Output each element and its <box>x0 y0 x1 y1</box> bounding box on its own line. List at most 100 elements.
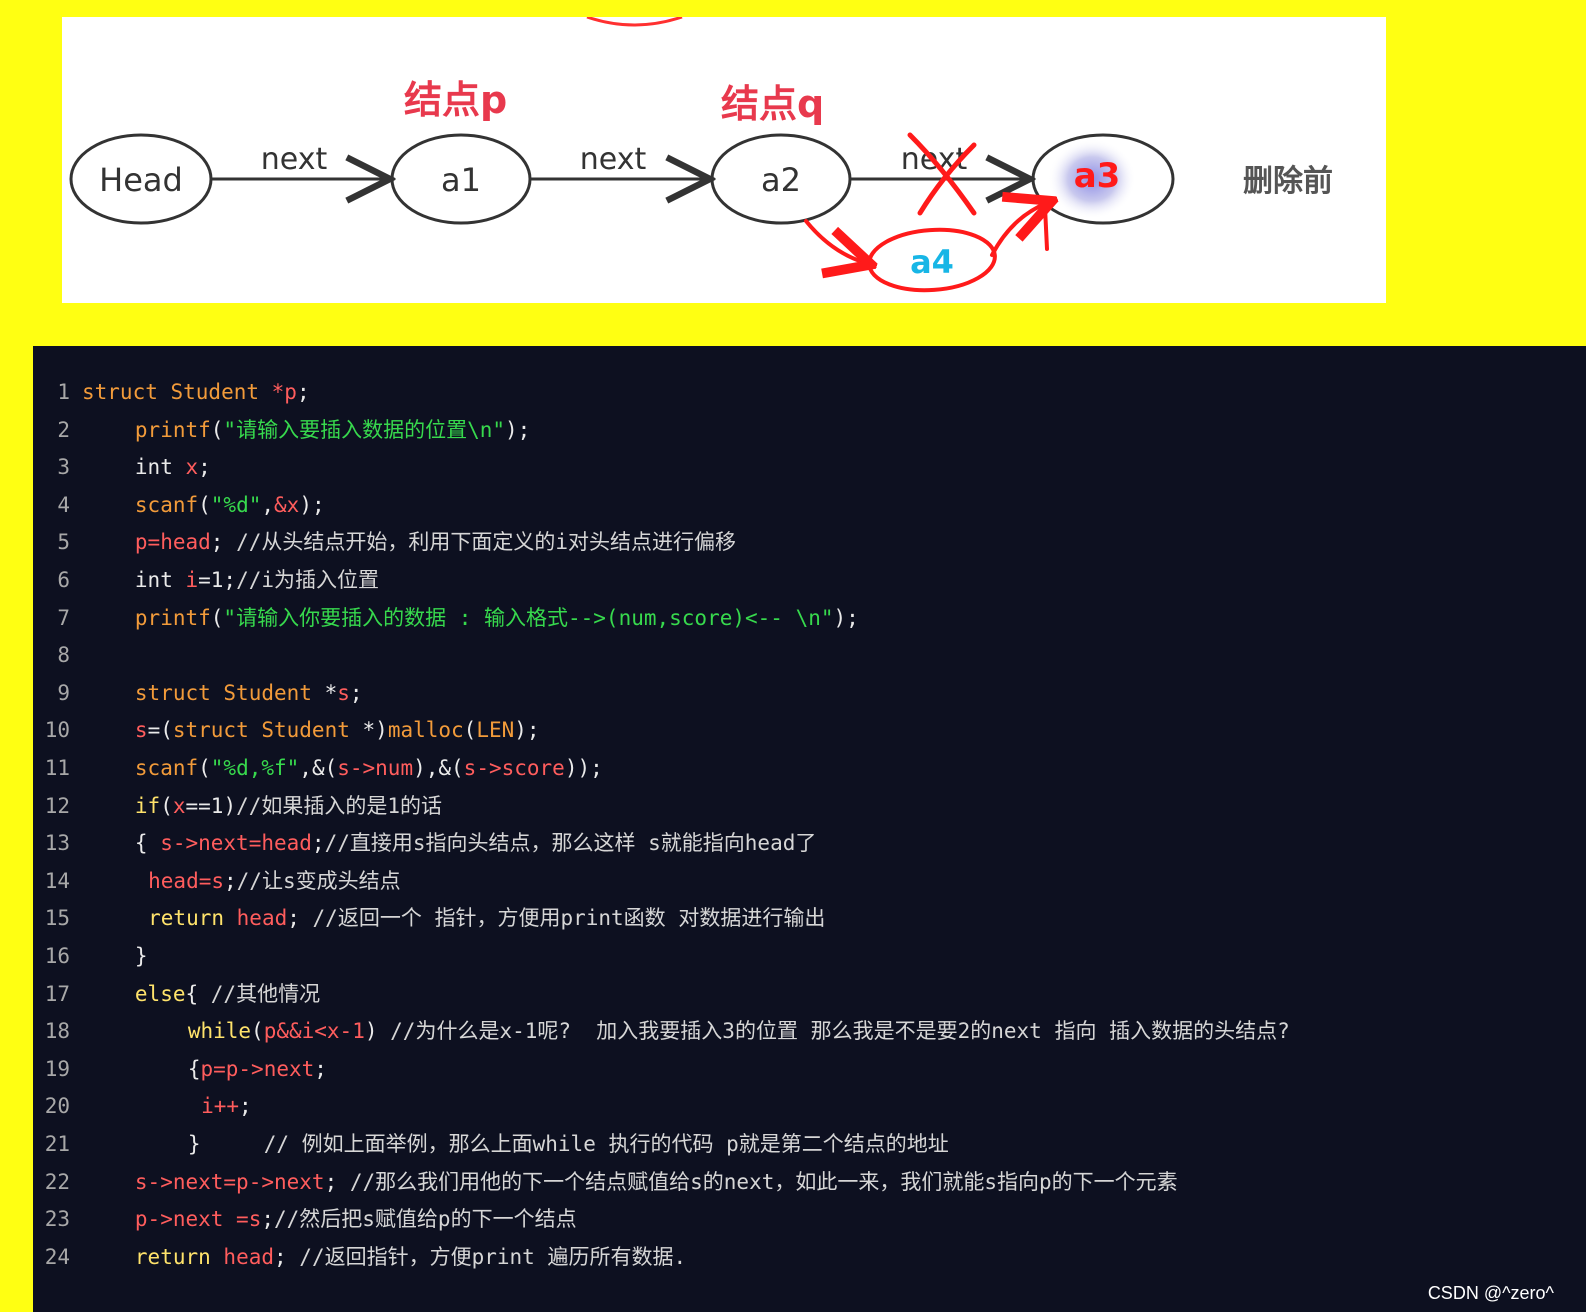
code-line: 12 if(x==1)//如果插入的是1的话 <box>33 788 1586 825</box>
line-number: 6 <box>57 568 70 592</box>
line-code: head=s;//让s变成头结点 <box>148 863 400 900</box>
line-code: struct Student *p; <box>82 374 310 411</box>
tag-node-p: 结点p <box>404 78 507 122</box>
code-line: 16} <box>33 938 1586 975</box>
code-line: 19 {p=p->next; <box>33 1051 1586 1088</box>
line-code: int i=1;//i为插入位置 <box>135 562 379 599</box>
edge-label-2: next <box>580 142 647 177</box>
line-number: 7 <box>57 605 70 630</box>
code-token: ; <box>239 1094 252 1119</box>
tag-node-q: 结点q <box>721 82 824 126</box>
line-number: 9 <box>57 680 70 705</box>
red-arrow-a4-to-a3 <box>990 203 1047 257</box>
code-token: s->next=head <box>160 831 312 856</box>
line-code: if(x==1)//如果插入的是1的话 <box>135 788 442 825</box>
code-token: s <box>134 718 148 743</box>
code-token: } <box>187 1132 264 1156</box>
code-token: ( <box>198 756 211 780</box>
code-token: ) <box>364 1019 391 1044</box>
code-line: 7 printf("请输入你要插入的数据 : 输入格式-->(num,score)… <box>33 600 1586 637</box>
line-code: p=head; //从头结点开始，利用下面定义的i对头结点进行偏移 <box>135 524 736 561</box>
code-line: 15 return head; //返回一个 指针，方便用print函数 对数据进… <box>33 900 1586 937</box>
line-number: 4 <box>57 492 70 517</box>
code-token: , <box>261 492 275 517</box>
line-code: {p=p->next; <box>188 1051 327 1088</box>
line-number: 11 <box>44 756 70 780</box>
code-token: //然后把s赋值给p的下一个结点 <box>274 1207 577 1232</box>
code-line: 4 scanf("%d",&x); <box>33 487 1586 524</box>
code-token: s->next=p->next <box>134 1169 325 1194</box>
code-token: ); <box>505 417 531 442</box>
line-number: 23 <box>44 1207 70 1232</box>
partial-circle-mark <box>586 17 683 27</box>
code-line: 21 } // 例如上面举例，那么上面while 执行的代码 p就是第二个结点的地… <box>33 1126 1586 1163</box>
red-stroke-mark <box>1043 205 1049 251</box>
code-line: 24 return head; //返回指针，方便print 遍历所有数据. <box>33 1239 1586 1276</box>
line-code: scanf("%d,%f",&(s->num),&(s->score)); <box>135 750 603 787</box>
line-number: 14 <box>44 868 70 893</box>
code-token: ; <box>210 530 237 555</box>
code-token: else <box>134 981 186 1006</box>
code-token: ),&( <box>413 756 464 780</box>
code-token: *p <box>271 380 297 404</box>
line-code: printf("请输入你要插入的数据 : 输入格式-->(num,score)<… <box>135 600 859 637</box>
code-token: //返回指针，方便print 遍历所有数据. <box>299 1244 687 1269</box>
code-token: scanf <box>134 756 199 780</box>
diagram-canvas: 结点p 结点q Head a1 a2 a3 next next next a4 … <box>69 17 1333 293</box>
code-token: ; <box>224 868 237 893</box>
code-token: { <box>185 981 211 1006</box>
line-number: 22 <box>44 1169 70 1194</box>
code-token: =1; <box>198 568 237 592</box>
code-token: //返回一个 指针，方便用print函数 对数据进行输出 <box>312 906 826 931</box>
code-token: ; <box>274 1244 300 1269</box>
line-code: { s->next=head;//直接用s指向头结点，那么这样 s就能指向hea… <box>135 825 816 862</box>
code-token: "请输入要插入数据的位置\n" <box>223 417 505 442</box>
code-token: ; <box>198 455 211 480</box>
code-token: ); <box>299 492 325 517</box>
code-token: i++ <box>201 1094 239 1119</box>
code-line: 6 int i=1;//i为插入位置 <box>33 562 1586 599</box>
code-token: )); <box>564 756 603 780</box>
line-number: 20 <box>44 1094 70 1119</box>
code-token: =( <box>147 718 173 743</box>
code-line: 17 else{ //其他情况 <box>33 976 1586 1013</box>
code-line: 20 i++; <box>33 1088 1586 1125</box>
line-code: s->next=p->next; //那么我们用他的下一个结点赋值给s的next… <box>135 1164 1178 1201</box>
line-code: scanf("%d",&x); <box>135 487 325 524</box>
code-token: } <box>134 944 148 968</box>
code-token: ==1) <box>185 793 237 818</box>
code-token: //为什么是x-1呢? 加入我要插入3的位置 那么我是不是要2的next 指向 … <box>390 1019 1290 1044</box>
code-token: ; <box>349 680 363 705</box>
code-line: 2 printf("请输入要插入数据的位置\n"); <box>33 412 1586 449</box>
code-token: ); <box>514 718 540 743</box>
watermark: CSDN @^zero^ <box>1427 1283 1554 1303</box>
line-code: int x; <box>135 449 211 486</box>
code-token: &x <box>274 492 300 517</box>
code-token: ; <box>287 906 313 931</box>
line-code: else{ //其他情况 <box>135 976 320 1013</box>
code-line: 5 p=head; //从头结点开始，利用下面定义的i对头结点进行偏移 <box>33 524 1586 561</box>
code-token: printf <box>134 417 211 442</box>
code-token: return <box>134 1244 224 1269</box>
code-line: 9 struct Student *s; <box>33 675 1586 712</box>
line-code: printf("请输入要插入数据的位置\n"); <box>135 412 530 449</box>
line-code: } // 例如上面举例，那么上面while 执行的代码 p就是第二个结点的地址 <box>188 1126 949 1163</box>
line-number: 3 <box>57 455 70 480</box>
line-number: 2 <box>57 417 70 442</box>
code-line: 13 { s->next=head;//直接用s指向头结点，那么这样 s就能指向h… <box>33 825 1586 862</box>
code-token: //i为插入位置 <box>236 568 380 592</box>
line-number: 10 <box>44 718 70 743</box>
code-token: head <box>236 906 288 931</box>
line-number: 21 <box>44 1132 70 1156</box>
code-token: ( <box>210 417 224 442</box>
code-token: struct Student <box>82 380 272 404</box>
line-number: 5 <box>57 530 70 555</box>
code-token: ( <box>251 1019 264 1044</box>
line-number: 12 <box>44 793 70 818</box>
code-token: p=p->next <box>200 1056 315 1081</box>
code-token: ,&( <box>299 756 338 780</box>
line-code: return head; //返回一个 指针，方便用print函数 对数据进行输… <box>148 900 825 937</box>
line-code: struct Student *s; <box>135 675 363 712</box>
line-code: s=(struct Student *)malloc(LEN); <box>135 712 540 749</box>
code-token: //从头结点开始，利用下面定义的i对头结点进行偏移 <box>236 530 736 555</box>
